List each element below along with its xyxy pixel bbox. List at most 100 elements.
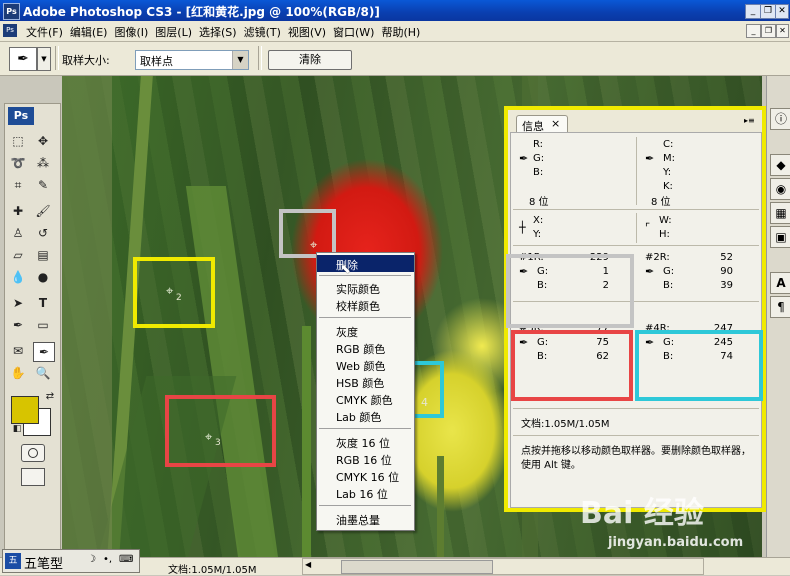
menu-filter[interactable]: 滤镜(T) <box>242 24 286 40</box>
menu-help[interactable]: 帮助(H) <box>379 24 425 40</box>
swap-colors-icon[interactable]: ⇄ <box>40 388 60 406</box>
path-selection-tool-icon[interactable]: ➤ <box>8 294 28 312</box>
color-sampler-tool-preset[interactable]: ✒ <box>9 47 37 71</box>
menu-item-label: Lab 颜色 <box>336 411 382 424</box>
dodge-tool-icon[interactable]: ● <box>33 268 53 286</box>
character-panel-icon[interactable]: A <box>770 272 790 294</box>
history-brush-tool-icon[interactable]: ↺ <box>33 224 53 242</box>
menu-window[interactable]: 窗口(W) <box>331 24 379 40</box>
sample-size-label: 取样大小: <box>62 54 110 67</box>
context-menu-item-cmyk[interactable]: CMYK 颜色 <box>317 390 414 407</box>
brush-tool-icon[interactable]: 🖌 <box>33 202 53 220</box>
context-menu-item-web[interactable]: Web 颜色 <box>317 356 414 373</box>
punctuation-icon[interactable]: •, <box>103 554 112 565</box>
menu-image[interactable]: 图像(I) <box>112 24 153 40</box>
horizontal-scrollbar[interactable]: ◀ <box>302 558 704 575</box>
scrollbar-thumb[interactable] <box>341 560 493 574</box>
menu-item-label: RGB 16 位 <box>336 454 392 467</box>
clear-button[interactable]: 清除 <box>268 50 352 70</box>
hand-tool-icon[interactable]: ✋ <box>8 364 28 382</box>
eyedropper-icon[interactable]: ✒ <box>645 152 654 165</box>
default-colors-icon[interactable]: ◧ <box>7 420 27 438</box>
keyboard-icon[interactable]: ⌨ <box>119 554 133 565</box>
menu-edit[interactable]: 编辑(E) <box>68 24 113 40</box>
pen-tool-icon[interactable]: ✒ <box>8 316 28 334</box>
doc-restore-button[interactable]: ❐ <box>761 24 776 38</box>
info-sampler-4-highlight <box>635 330 763 401</box>
photoshop-logo[interactable]: Ps <box>8 107 34 125</box>
color-sampler-2-marker[interactable]: ⌖ <box>166 284 173 299</box>
type-tool-icon[interactable]: T <box>33 294 53 312</box>
scroll-left-icon[interactable]: ◀ <box>305 560 311 569</box>
zoom-tool-icon[interactable]: 🔍 <box>33 364 53 382</box>
minimize-button[interactable]: _ <box>745 4 761 19</box>
swatches-panel-icon[interactable]: ▦ <box>770 202 790 224</box>
menu-view[interactable]: 视图(V) <box>286 24 331 40</box>
channels-panel-icon[interactable]: ◉ <box>770 178 790 200</box>
rgb-b-label: B: <box>533 167 544 178</box>
eraser-tool-icon[interactable]: ▱ <box>8 246 28 264</box>
shape-tool-icon[interactable]: ▭ <box>33 316 53 334</box>
menu-select[interactable]: 选择(S) <box>197 24 242 40</box>
title-bar: Ps Adobe Photoshop CS3 - [红和黄花.jpg @ 100… <box>0 0 790 21</box>
context-menu-item-lab[interactable]: Lab 颜色 <box>317 407 414 424</box>
color-sampler-1-marker[interactable]: ⌖ <box>310 238 317 253</box>
doc-close-button[interactable]: ✕ <box>776 24 789 38</box>
eyedropper-icon[interactable]: ✒ <box>519 152 528 165</box>
screen-mode-button[interactable] <box>21 468 45 486</box>
crop-tool-icon[interactable]: ⌗ <box>8 176 28 194</box>
context-menu-item-grayscale-16[interactable]: 灰度 16 位 <box>317 433 414 450</box>
tool-preset-dropdown[interactable]: ▼ <box>37 47 51 71</box>
menu-separator <box>319 505 411 506</box>
quick-mask-button[interactable] <box>21 444 45 462</box>
color-sampler-3-marker[interactable]: ⌖ <box>205 430 212 445</box>
context-menu-item-hsb[interactable]: HSB 颜色 <box>317 373 414 390</box>
menu-layer[interactable]: 图层(L) <box>153 24 197 40</box>
context-menu-item-actual-color[interactable]: 实际颜色 <box>317 279 414 296</box>
context-menu-item-cmyk-16[interactable]: CMYK 16 位 <box>317 467 414 484</box>
restore-button[interactable]: ❐ <box>760 4 776 19</box>
panel-menu-icon[interactable]: ▸≡ <box>744 116 755 125</box>
moon-icon[interactable]: ☽ <box>87 554 96 565</box>
move-tool-icon[interactable]: ✥ <box>33 132 53 150</box>
slice-tool-icon[interactable]: ✎ <box>33 176 53 194</box>
menu-item-label: 油墨总量 <box>336 514 380 527</box>
sampler-2-id: #2R: <box>645 252 670 263</box>
color-sampler-tool-icon[interactable]: ✒ <box>33 342 55 362</box>
info-panel-icon[interactable]: ⓘ <box>770 108 790 130</box>
sample-size-select[interactable]: 取样点 ▼ <box>135 50 249 70</box>
context-menu-item-rgb[interactable]: RGB 颜色 <box>317 339 414 356</box>
ime-logo-icon: 五 <box>5 553 21 569</box>
notes-tool-icon[interactable]: ✉ <box>8 342 28 360</box>
menu-file[interactable]: 文件(F) <box>24 24 68 40</box>
magic-wand-tool-icon[interactable]: ⁂ <box>33 154 53 172</box>
close-icon[interactable]: × <box>551 117 560 130</box>
context-menu-item-lab-16[interactable]: Lab 16 位 <box>317 484 414 501</box>
context-menu-item-proof-color[interactable]: 校样颜色 <box>317 296 414 313</box>
context-menu-item-rgb-16[interactable]: RGB 16 位 <box>317 450 414 467</box>
styles-panel-icon[interactable]: ▣ <box>770 226 790 248</box>
paragraph-panel-icon[interactable]: ¶ <box>770 296 790 318</box>
context-menu-item-grayscale[interactable]: 灰度 <box>317 322 414 339</box>
context-menu-item-delete[interactable]: 删除 <box>317 255 414 272</box>
background-soil <box>62 76 112 558</box>
context-menu-item-total-ink[interactable]: 油墨总量 <box>317 510 414 527</box>
color-sampler-icon: ✒ <box>17 51 29 67</box>
clone-stamp-tool-icon[interactable]: ♙ <box>8 224 28 242</box>
menu-separator <box>319 317 411 318</box>
marquee-tool-icon[interactable]: ⬚ <box>8 132 28 150</box>
sampler-2-label: 2 <box>176 293 182 303</box>
sampler-2-b-label: B: <box>663 280 674 291</box>
doc-minimize-button[interactable]: _ <box>746 24 761 38</box>
tab-info[interactable]: 信息 × <box>516 115 568 133</box>
gradient-tool-icon[interactable]: ▤ <box>33 246 53 264</box>
lasso-tool-icon[interactable]: ➰ <box>8 154 28 172</box>
sample-size-value: 取样点 <box>140 55 173 68</box>
blur-tool-icon[interactable]: 💧 <box>8 268 28 286</box>
close-button[interactable]: ✕ <box>775 4 789 19</box>
divider <box>636 137 637 205</box>
layers-panel-icon[interactable]: ◆ <box>770 154 790 176</box>
healing-brush-tool-icon[interactable]: ✚ <box>8 202 28 220</box>
ime-toolbar[interactable]: 五 五笔型 ☽ •, ⌨ <box>2 549 140 573</box>
eyedropper-icon[interactable]: ✒ <box>645 265 654 278</box>
